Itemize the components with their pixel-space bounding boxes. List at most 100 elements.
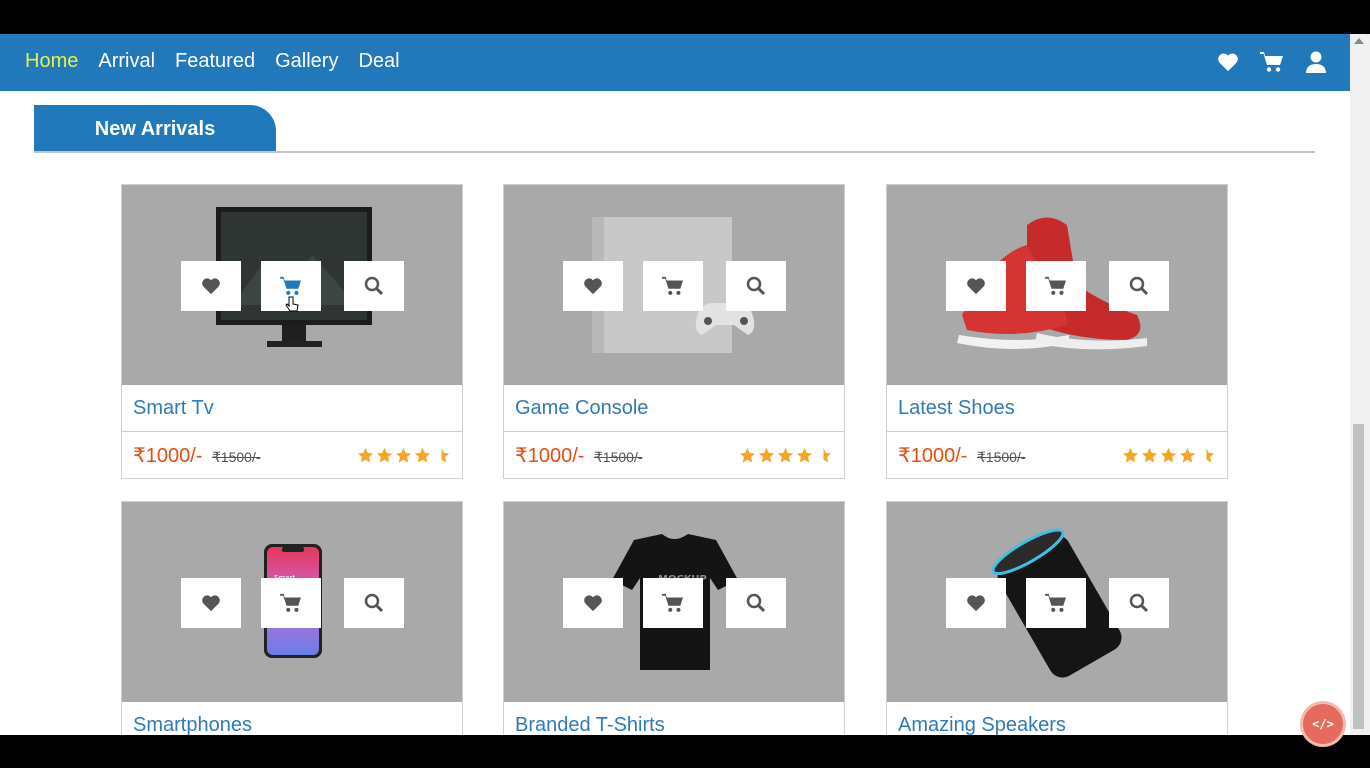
product-image[interactable]	[122, 185, 462, 385]
product-card-smart-tv: Smart Tv ₹1000/- ₹1500/-	[121, 184, 463, 479]
product-title[interactable]: Game Console	[504, 385, 844, 432]
heart-icon	[202, 278, 220, 295]
product-actions	[946, 578, 1170, 628]
quick-view-button[interactable]	[726, 261, 786, 311]
wishlist-button[interactable]	[946, 261, 1006, 311]
quick-view-button[interactable]	[344, 261, 404, 311]
star-icon	[1122, 447, 1139, 462]
code-badge[interactable]: </>	[1303, 704, 1343, 744]
wishlist-button[interactable]	[563, 261, 623, 311]
product-title[interactable]: Branded T-Shirts	[504, 702, 844, 736]
nav-links: Home Arrival Featured Gallery Deal	[25, 50, 400, 73]
product-card-latest-shoes: Latest Shoes ₹1000/- ₹1500/-	[886, 184, 1228, 479]
nav-arrival[interactable]: Arrival	[98, 50, 155, 73]
nav-featured[interactable]: Featured	[175, 50, 255, 73]
add-to-cart-button[interactable]	[261, 261, 321, 312]
code-icon: </>	[1312, 717, 1334, 731]
section-title: New Arrivals	[34, 105, 276, 153]
product-title[interactable]: Smartphones	[122, 702, 462, 736]
section-header: New Arrivals	[34, 105, 1315, 153]
page: Home Arrival Featured Gallery Deal New A…	[0, 34, 1350, 735]
star-icon	[395, 447, 412, 462]
old-price: ₹1500/-	[976, 448, 1026, 465]
hand-cursor-icon	[285, 296, 299, 312]
quick-view-button[interactable]	[1109, 261, 1169, 311]
scroll-up-arrow-icon[interactable]	[1354, 38, 1364, 44]
product-footer: ₹1000/- ₹1500/-	[122, 432, 462, 478]
product-card-smartphones: Smart Smartphones	[121, 501, 463, 735]
product-actions	[181, 578, 405, 628]
nav-gallery[interactable]: Gallery	[275, 50, 338, 73]
old-price: ₹1500/-	[211, 448, 261, 465]
product-footer: ₹1000/- ₹1500/-	[887, 432, 1227, 478]
nav-icons	[1216, 50, 1328, 74]
wishlist-button[interactable]	[946, 578, 1006, 628]
star-icon	[1179, 447, 1196, 462]
cart-icon	[1045, 593, 1066, 612]
product-actions	[563, 261, 787, 311]
scroll-thumb[interactable]	[1353, 424, 1364, 729]
star-icon	[796, 447, 813, 462]
star-icon	[758, 447, 775, 462]
price: ₹1000/-	[515, 444, 585, 467]
search-icon	[1129, 276, 1149, 296]
product-title[interactable]: Latest Shoes	[887, 385, 1227, 432]
nav-deal[interactable]: Deal	[358, 50, 399, 73]
quick-view-button[interactable]	[344, 578, 404, 628]
star-icon	[777, 447, 794, 462]
product-image[interactable]	[504, 185, 844, 385]
add-to-cart-button[interactable]	[1026, 261, 1086, 311]
quick-view-button[interactable]	[1109, 578, 1169, 628]
product-actions	[181, 261, 405, 312]
star-icon	[414, 447, 431, 462]
price-block: ₹1000/- ₹1500/-	[515, 443, 643, 468]
star-icon	[357, 447, 374, 462]
heart-icon[interactable]	[1216, 50, 1240, 74]
product-image[interactable]: Smart	[122, 502, 462, 702]
product-image[interactable]	[887, 185, 1227, 385]
price: ₹1000/-	[133, 444, 203, 467]
wishlist-button[interactable]	[563, 578, 623, 628]
product-image[interactable]	[887, 502, 1227, 702]
product-image[interactable]: MOCKUP	[504, 502, 844, 702]
user-icon[interactable]	[1304, 50, 1328, 74]
add-to-cart-button[interactable]	[643, 261, 703, 311]
product-title[interactable]: Amazing Speakers	[887, 702, 1227, 736]
navbar: Home Arrival Featured Gallery Deal	[0, 34, 1350, 91]
rating-stars	[357, 447, 450, 464]
cart-icon	[662, 593, 683, 612]
quick-view-button[interactable]	[726, 578, 786, 628]
search-icon	[364, 276, 384, 296]
cart-icon	[280, 593, 301, 612]
heart-icon	[584, 595, 602, 612]
product-title[interactable]: Smart Tv	[122, 385, 462, 432]
add-to-cart-button[interactable]	[1026, 578, 1086, 628]
heart-icon	[967, 595, 985, 612]
star-half-icon	[441, 447, 450, 462]
search-icon	[746, 593, 766, 613]
star-icon	[739, 447, 756, 462]
product-footer: ₹1000/- ₹1500/-	[504, 432, 844, 478]
add-to-cart-button[interactable]	[261, 578, 321, 628]
wishlist-button[interactable]	[181, 578, 241, 628]
rating-stars	[1122, 447, 1215, 464]
search-icon	[364, 593, 384, 613]
wishlist-button[interactable]	[181, 261, 241, 311]
nav-home[interactable]: Home	[25, 50, 78, 73]
heart-icon	[584, 278, 602, 295]
star-half-icon	[823, 447, 832, 462]
cart-icon[interactable]	[1260, 50, 1284, 74]
page-scrollbar[interactable]	[1350, 34, 1370, 735]
product-actions	[946, 261, 1170, 311]
product-card-game-console: Game Console ₹1000/- ₹1500/-	[503, 184, 845, 479]
star-icon	[376, 447, 393, 462]
product-actions	[563, 578, 787, 628]
heart-icon	[967, 278, 985, 295]
cart-icon	[1045, 276, 1066, 295]
add-to-cart-button[interactable]	[643, 578, 703, 628]
price-block: ₹1000/- ₹1500/-	[898, 443, 1026, 468]
search-icon	[1129, 593, 1149, 613]
star-icon	[1141, 447, 1158, 462]
product-card-amazing-speakers: Amazing Speakers	[886, 501, 1228, 735]
search-icon	[746, 276, 766, 296]
